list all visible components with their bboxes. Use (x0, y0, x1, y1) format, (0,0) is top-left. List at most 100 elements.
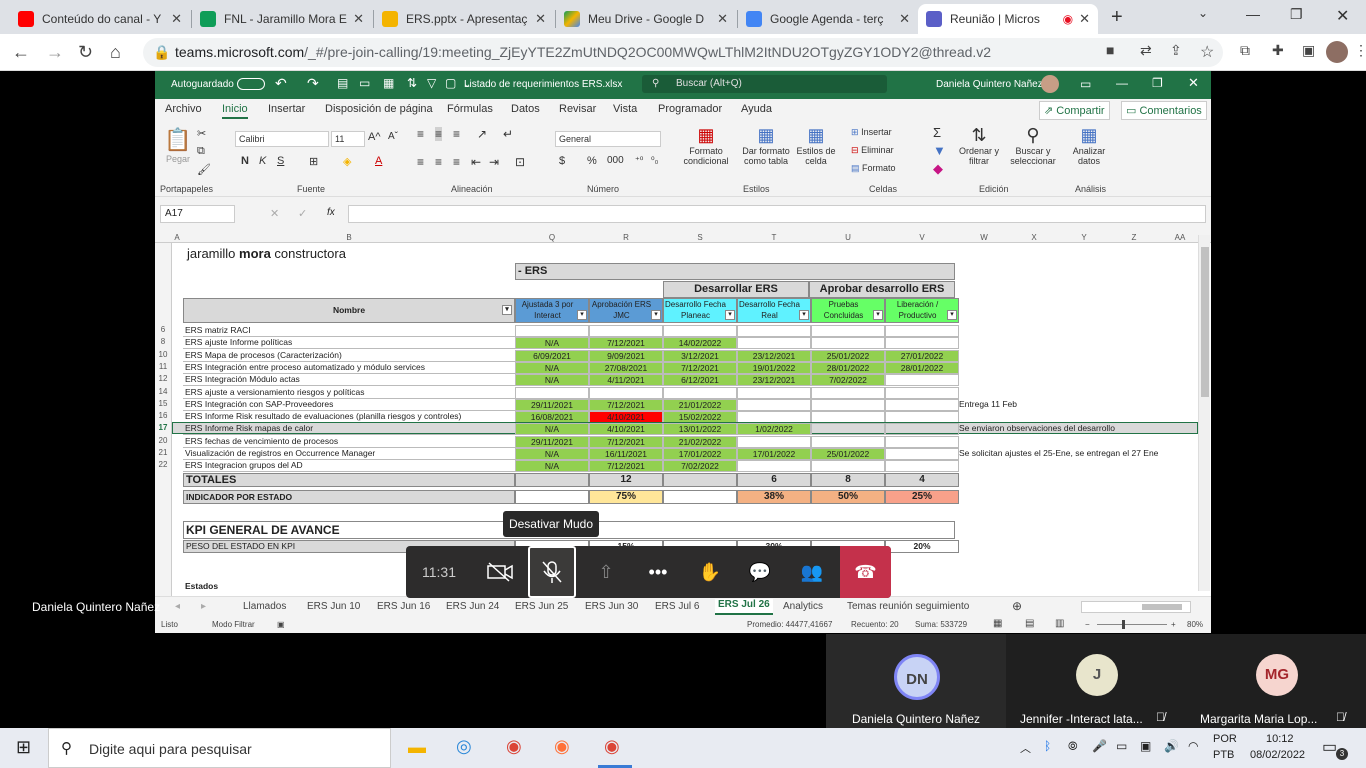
sheet-tab[interactable]: Llamados (243, 601, 286, 612)
close-tab-icon[interactable]: ✕ (353, 11, 364, 27)
date-cell[interactable] (811, 398, 885, 411)
filter-icon[interactable]: ▽ (427, 76, 436, 90)
horizontal-scrollbar[interactable] (1081, 601, 1191, 613)
notifications-icon[interactable]: ▭ (1322, 737, 1337, 757)
copy-icon[interactable]: ⧉ (197, 145, 205, 158)
date-cell[interactable]: 28/01/2022 (885, 361, 959, 374)
comma-icon[interactable]: 000 (607, 155, 624, 166)
date-cell[interactable] (811, 411, 885, 424)
xl-minimize-icon[interactable]: — (1116, 76, 1128, 90)
date-cell[interactable]: 4/10/2021 (589, 423, 663, 436)
fill-icon[interactable]: ▼ (933, 143, 946, 158)
url-field[interactable]: 🔒 teams.microsoft.com/_#/pre-join-callin… (143, 38, 1223, 67)
date-cell[interactable]: 19/01/2022 (737, 361, 811, 374)
restore-icon[interactable]: ❐ (1290, 6, 1303, 23)
total-cell[interactable]: 4 (885, 473, 959, 487)
date-cell[interactable] (663, 386, 737, 399)
profile-avatar[interactable] (1326, 41, 1348, 63)
date-cell[interactable]: N/A (515, 337, 589, 350)
date-cell[interactable] (885, 423, 959, 436)
date-cell[interactable]: 28/01/2022 (811, 361, 885, 374)
date-cell[interactable] (811, 337, 885, 350)
paste-button[interactable]: 📋 (163, 127, 193, 153)
column-header[interactable]: X (1009, 233, 1059, 243)
date-cell[interactable] (737, 460, 811, 473)
participant-tile[interactable]: MG Margarita Maria Lop... 🎙̸ (1186, 634, 1366, 728)
insert-cells-button[interactable]: ⊞ Insertar (851, 127, 892, 138)
merge-icon[interactable]: ⊡ (515, 155, 525, 169)
date-cell[interactable]: 4/10/2021 (589, 411, 663, 424)
date-cell[interactable]: 13/01/2022 (663, 423, 737, 436)
date-cell[interactable]: 7/12/2021 (589, 337, 663, 350)
autosave-toggle[interactable] (237, 78, 265, 90)
chrome-icon[interactable]: ◉ (506, 736, 522, 757)
wifi-icon[interactable]: ◠ (1188, 739, 1198, 753)
column-header[interactable]: T (737, 233, 811, 243)
date-cell[interactable] (811, 325, 885, 337)
participants-icon[interactable]: 👥 (788, 546, 836, 598)
row-number[interactable]: 14 (155, 387, 171, 396)
date-cell[interactable]: 15/02/2022 (663, 411, 737, 424)
align-bottom-icon[interactable]: ≡ (453, 127, 460, 141)
percent-icon[interactable]: % (587, 155, 597, 167)
tab-ayuda[interactable]: Ayuda (741, 103, 772, 115)
date-cell[interactable]: 17/01/2022 (663, 448, 737, 460)
tab-archivo[interactable]: Archivo (165, 103, 202, 115)
increase-decimal-icon[interactable]: ⁺⁰ (635, 155, 643, 166)
requirement-name[interactable]: ERS Integración entre proceso automatiza… (183, 362, 515, 374)
more-options-icon[interactable]: ••• (634, 546, 682, 598)
filter-dropdown-icon[interactable]: ▾ (651, 310, 661, 320)
row-number[interactable]: 10 (155, 350, 171, 359)
insert-function-icon[interactable]: fx (327, 207, 335, 218)
row-number[interactable]: 6 (155, 325, 171, 334)
date-cell[interactable] (811, 460, 885, 473)
sort-icon[interactable]: ⇅ (407, 76, 417, 90)
date-cell[interactable]: 21/01/2022 (663, 398, 737, 411)
wrap-text-icon[interactable]: ↵ (503, 127, 513, 141)
row-number[interactable]: 15 (155, 399, 171, 408)
bluetooth-icon[interactable]: ᛒ (1044, 739, 1051, 753)
date-cell[interactable] (737, 337, 811, 350)
filter-dropdown-icon[interactable]: ▾ (873, 310, 883, 320)
total-cell[interactable] (663, 473, 737, 487)
requirement-name[interactable]: ERS Mapa de procesos (Caracterización) (183, 350, 515, 362)
date-cell[interactable]: 17/01/2022 (737, 448, 811, 460)
peso-cell[interactable]: 20% (885, 540, 959, 553)
date-cell[interactable] (885, 411, 959, 424)
date-cell[interactable] (811, 386, 885, 399)
chat-icon[interactable]: 💬 (736, 546, 784, 598)
date-cell[interactable]: 25/01/2022 (811, 349, 885, 362)
sheet-prev-icon[interactable]: ◂ (175, 601, 180, 612)
sheet-next-icon[interactable]: ▸ (201, 601, 206, 612)
page-layout-icon[interactable]: ▤ (1025, 618, 1034, 629)
delete-cells-button[interactable]: ⊟ Eliminar (851, 145, 894, 156)
date-cell[interactable] (737, 325, 811, 337)
date-cell[interactable] (737, 435, 811, 448)
share-screen-icon[interactable]: ⇧ (582, 546, 630, 598)
sheet-tab[interactable]: ERS Jun 16 (377, 601, 430, 612)
close-tab-icon[interactable]: ✕ (535, 11, 546, 27)
date-cell[interactable]: 7/12/2021 (663, 361, 737, 374)
sheet-tab[interactable]: ERS Jul 6 (655, 601, 699, 612)
date-cell[interactable]: 23/12/2021 (737, 349, 811, 362)
indicator-cell[interactable]: 38% (737, 490, 811, 504)
align-middle-icon[interactable]: ≡ (435, 127, 443, 141)
browser-tab[interactable]: Google Agenda - terç ✕ (738, 4, 918, 34)
close-tab-icon[interactable]: ✕ (1079, 11, 1090, 27)
filter-dropdown-icon[interactable]: ▾ (502, 305, 512, 315)
filter-dropdown-icon[interactable]: ▾ (947, 310, 957, 320)
increase-indent-icon[interactable]: ⇥ (489, 155, 499, 169)
back-icon[interactable]: ← (12, 42, 30, 63)
format-painter-icon[interactable]: 🖌 (197, 163, 211, 176)
clock-time[interactable]: 10:12 (1266, 733, 1294, 745)
file-explorer-icon[interactable]: ▬ (408, 737, 426, 758)
tab-insertar[interactable]: Insertar (268, 103, 305, 115)
column-header[interactable]: B (183, 233, 515, 243)
bookmark-star-icon[interactable]: ☆ (1200, 42, 1214, 62)
requirement-name[interactable]: ERS ajuste a versionamiento riesgos y po… (183, 387, 515, 399)
sheet-tab[interactable]: ERS Jul 26 (715, 599, 773, 615)
tab-programador[interactable]: Programador (658, 103, 722, 115)
requirement-name[interactable]: Visualización de registros en Occurrence… (183, 448, 515, 460)
date-cell[interactable]: 7/12/2021 (589, 460, 663, 473)
requirement-name[interactable]: ERS fechas de vencimiento de procesos (183, 436, 515, 448)
